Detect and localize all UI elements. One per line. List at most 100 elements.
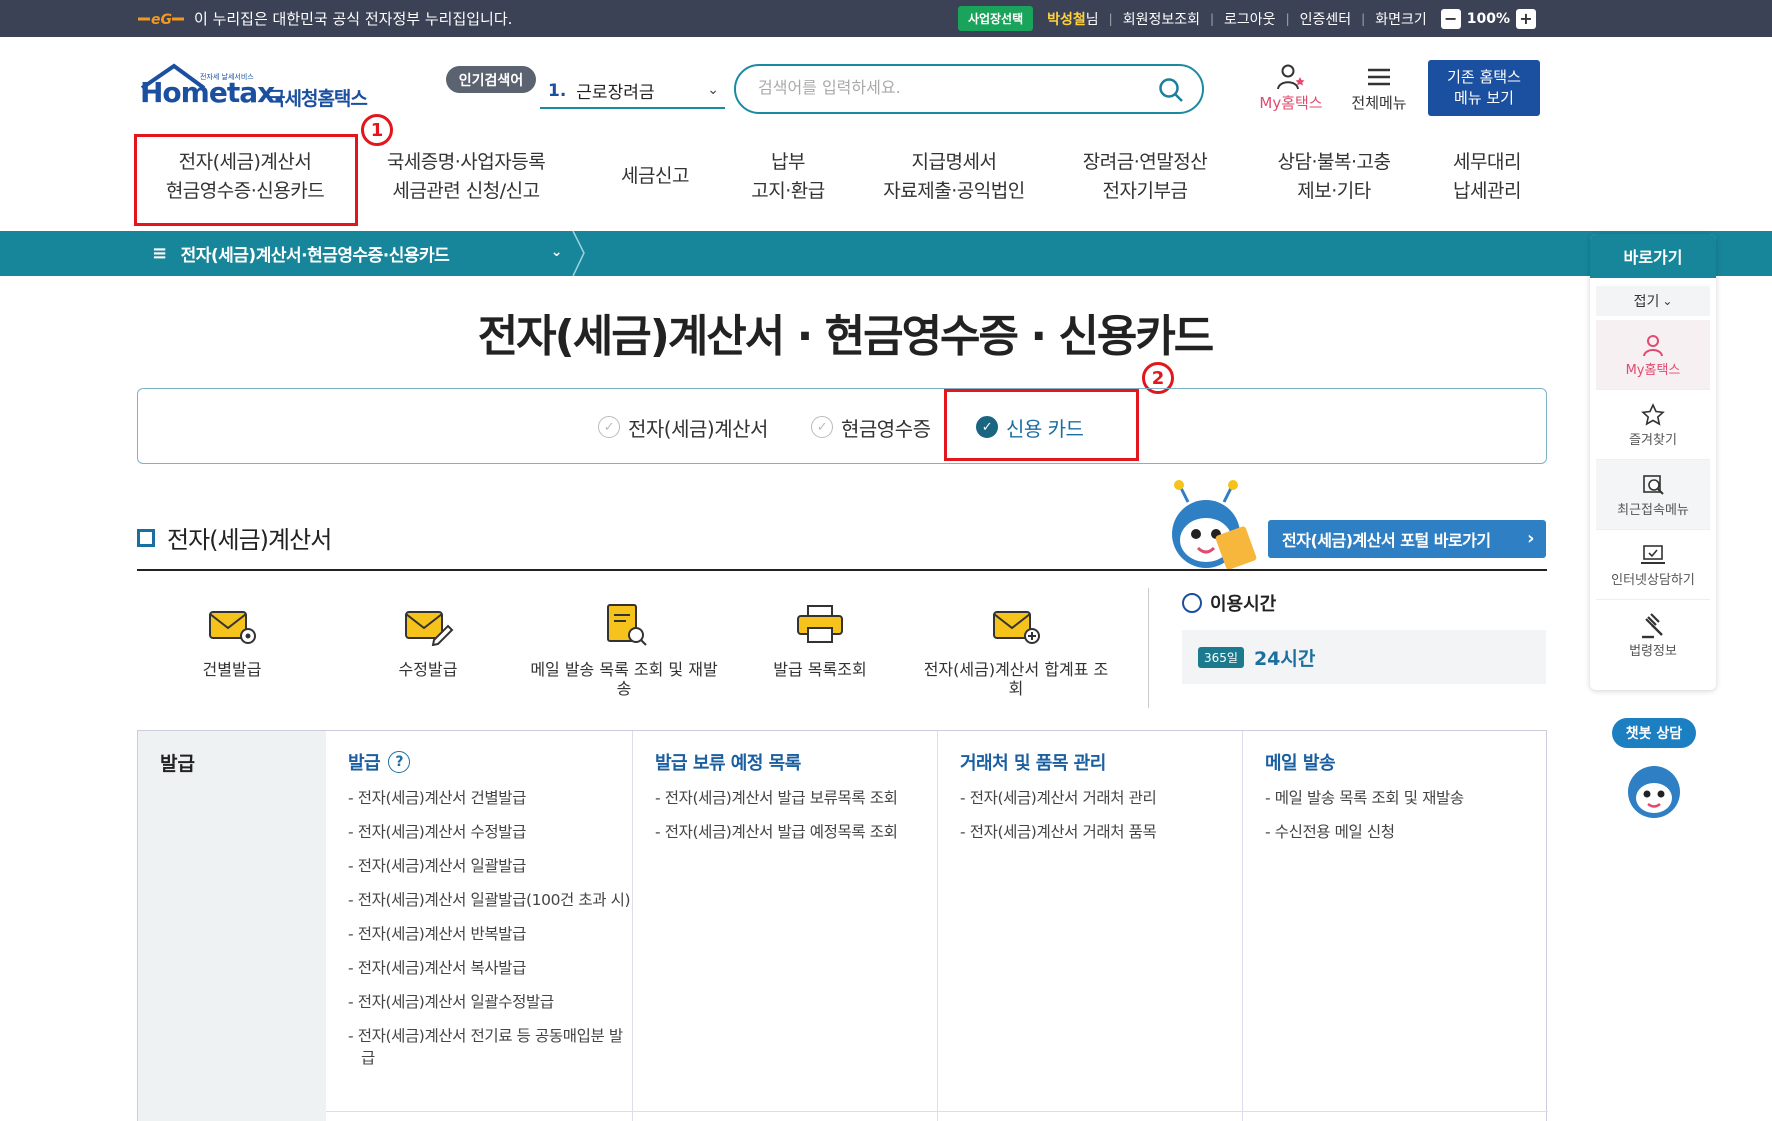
square-bullet-icon [137,528,155,547]
nav-item-payment-statement[interactable]: 지급명세서 자료제출·공익법인 [854,148,1054,206]
separator: | [1210,11,1215,26]
search-box [734,64,1204,114]
member-info-link[interactable]: 회원정보조회 [1123,9,1200,29]
sub-navigation-bar: ≡ 전자(세금)계산서·현금영수증·신용카드 ⌄ [0,231,1772,276]
all-menu-label: 전체메뉴 [1351,94,1407,112]
quick-label: 수정발급 [398,660,458,679]
quick-single-issue[interactable]: 건별발급 [137,598,327,679]
tab-label: 전자(세금)계산서 [628,416,768,441]
menu-link[interactable]: - 수신전용 메일 신청 [1265,821,1547,843]
menu-link[interactable]: - 전자(세금)계산서 일괄발급(100건 초과 시) [348,889,632,911]
quick-summary-inquiry[interactable]: 전자(세금)계산서 합계표 조회 [921,598,1111,698]
menu-link[interactable]: - 전자(세금)계산서 전기료 등 공동매입분 발급 [348,1025,632,1069]
quick-mail-resend[interactable]: 메일 발송 목록 조회 및 재발송 [529,598,719,698]
quick-label: 발급 목록조회 [773,660,867,679]
menu-column-header[interactable]: 발급 보류 예정 목록 [655,749,801,775]
days-badge: 365일 [1198,646,1244,668]
issue-menu-table: 발급 발급? - 전자(세금)계산서 건별발급 - 전자(세금)계산서 수정발급… [137,730,1548,1121]
menu-link[interactable]: - 전자(세금)계산서 건별발급 [348,787,632,809]
menu-column-issue: 발급? - 전자(세금)계산서 건별발급 - 전자(세금)계산서 수정발급 - … [326,731,632,1121]
nav-item-tax-return[interactable]: 세금신고 [590,162,720,191]
tab-e-invoice[interactable]: ✓ 전자(세금)계산서 [598,411,768,443]
nav-item-certificate[interactable]: 국세증명·사업자등록 세금관련 신청/신고 [366,148,566,206]
vertical-divider [1148,588,1149,708]
menu-link[interactable]: - 전자(세금)계산서 거래처 품목 [960,821,1242,843]
menu-link[interactable]: - 전자(세금)계산서 일괄발급 [348,855,632,877]
usage-label: 이용시간 [1210,594,1277,615]
logo-main-text: Hometax. [140,76,285,109]
menu-column-header[interactable]: 거래처 및 품목 관리 [960,749,1106,775]
tab-credit-card[interactable]: ✓ 신용 카드 [976,411,1084,443]
breadcrumb-label: 전자(세금)계산서·현금영수증·신용카드 [180,246,450,266]
portal-button-label: 전자(세금)계산서 포털 바로가기 [1282,531,1491,550]
user-name: 박성철 [1047,11,1086,28]
tab-cash-receipt[interactable]: ✓ 현금영수증 [811,411,931,443]
menu-column-header[interactable]: 발급 [348,749,381,775]
chevron-right-icon: › [1527,528,1534,549]
nav-item-consult[interactable]: 상담·불복·고충 제보·기타 [1248,148,1420,206]
user-suffix: 님 [1085,11,1099,28]
quick-link-panel: 바로가기 접기 ⌄ My홈택스 즐겨찾기 최근접속메뉴 인터넷상담하기 법령정보 [1590,234,1716,690]
menu-link[interactable]: - 메일 발송 목록 조회 및 재발송 [1265,787,1547,809]
menu-link[interactable]: - 전자(세금)계산서 수정발급 [348,821,632,843]
usage-hours: 이용시간 365일 24시간 [1182,590,1546,684]
check-circle-icon: ✓ [976,416,998,438]
quick-item-label: 즐겨찾기 [1629,433,1677,448]
quick-issue-list[interactable]: 발급 목록조회 [725,598,915,679]
svg-text:eG: eG [151,12,172,28]
quick-panel-title: 바로가기 [1590,234,1716,278]
quick-my-hometax[interactable]: My홈택스 [1596,320,1710,390]
cert-center-link[interactable]: 인증센터 [1300,9,1352,29]
chatbot-mascot-icon[interactable] [1620,760,1688,820]
nav-item-payment[interactable]: 납부 고지·환급 [718,148,858,206]
section-title-text: 전자(세금)계산서 [167,526,332,554]
my-hometax-label: My홈택스 [1259,94,1323,112]
zoom-out-button[interactable]: − [1440,8,1461,29]
e-invoice-portal-button[interactable]: 전자(세금)계산서 포털 바로가기 › [1268,520,1546,558]
zoom-control: − 100% + [1440,8,1536,29]
all-menu-button[interactable]: 전체메뉴 [1344,62,1414,113]
menu-column-partners: 거래처 및 품목 관리 - 전자(세금)계산서 거래처 관리 - 전자(세금)계… [937,731,1242,1121]
nav-label: 국세증명·사업자등록 [386,151,546,173]
popular-keyword-dropdown[interactable]: 1. 근로장려금 ⌄ [540,74,725,109]
quick-recent-menu[interactable]: 최근접속메뉴 [1596,460,1710,530]
menu-column-pending: 발급 보류 예정 목록 - 전자(세금)계산서 발급 보류목록 조회 - 전자(… [632,731,937,1121]
old-hometax-menu-button[interactable]: 기존 홈택스 메뉴 보기 [1428,60,1540,116]
quick-label: 전자(세금)계산서 합계표 조회 [923,660,1109,698]
menu-link[interactable]: - 전자(세금)계산서 일괄수정발급 [348,991,632,1013]
hometax-logo[interactable]: 전자세 날세서비스 Hometax. 국세청홈택스 [138,62,378,124]
help-icon[interactable]: ? [388,751,411,773]
separator: | [1361,11,1366,26]
table-row-divider [326,1111,1548,1112]
breadcrumb-dropdown[interactable]: ≡ 전자(세금)계산서·현금영수증·신용카드 ⌄ [136,231,576,276]
popular-keyword-rank: 1. [548,80,567,101]
annotation-number-1: 1 [361,114,393,146]
search-icon[interactable] [1158,77,1184,103]
quick-item-label: 인터넷상담하기 [1611,573,1695,588]
zoom-in-button[interactable]: + [1516,8,1536,29]
separator: | [1108,11,1113,26]
recent-search-icon [1643,475,1664,495]
menu-column-header[interactable]: 메일 발송 [1265,749,1336,775]
nav-item-tax-agent[interactable]: 세무대리 납세관리 [1432,148,1542,206]
printer-icon [797,605,843,643]
quick-law-info[interactable]: 법령정보 [1596,600,1710,670]
quick-revised-issue[interactable]: 수정발급 [333,598,523,679]
nav-label: 자료제출·공익법인 [883,180,1025,202]
search-input[interactable] [758,78,1138,97]
logout-link[interactable]: 로그아웃 [1224,9,1276,29]
business-select-button[interactable]: 사업장선택 [957,6,1034,31]
envelope-edit-icon [405,611,454,646]
my-hometax-button[interactable]: My홈택스 [1254,62,1328,113]
menu-link[interactable]: - 전자(세금)계산서 복사발급 [348,957,632,979]
nav-item-incentive[interactable]: 장려금·연말정산 전자기부금 [1060,148,1230,206]
quick-favorites[interactable]: 즐겨찾기 [1596,390,1710,460]
tab-label: 신용 카드 [1006,416,1084,441]
menu-link[interactable]: - 전자(세금)계산서 거래처 관리 [960,787,1242,809]
menu-link[interactable]: - 전자(세금)계산서 반복발급 [348,923,632,945]
menu-link[interactable]: - 전자(세금)계산서 발급 예정목록 조회 [655,821,937,843]
quick-internet-consult[interactable]: 인터넷상담하기 [1596,530,1710,600]
fold-button[interactable]: 접기 ⌄ [1596,286,1710,316]
menu-link[interactable]: - 전자(세금)계산서 발급 보류목록 조회 [655,787,937,809]
chatbot-button[interactable]: 챗봇 상담 [1612,718,1696,748]
